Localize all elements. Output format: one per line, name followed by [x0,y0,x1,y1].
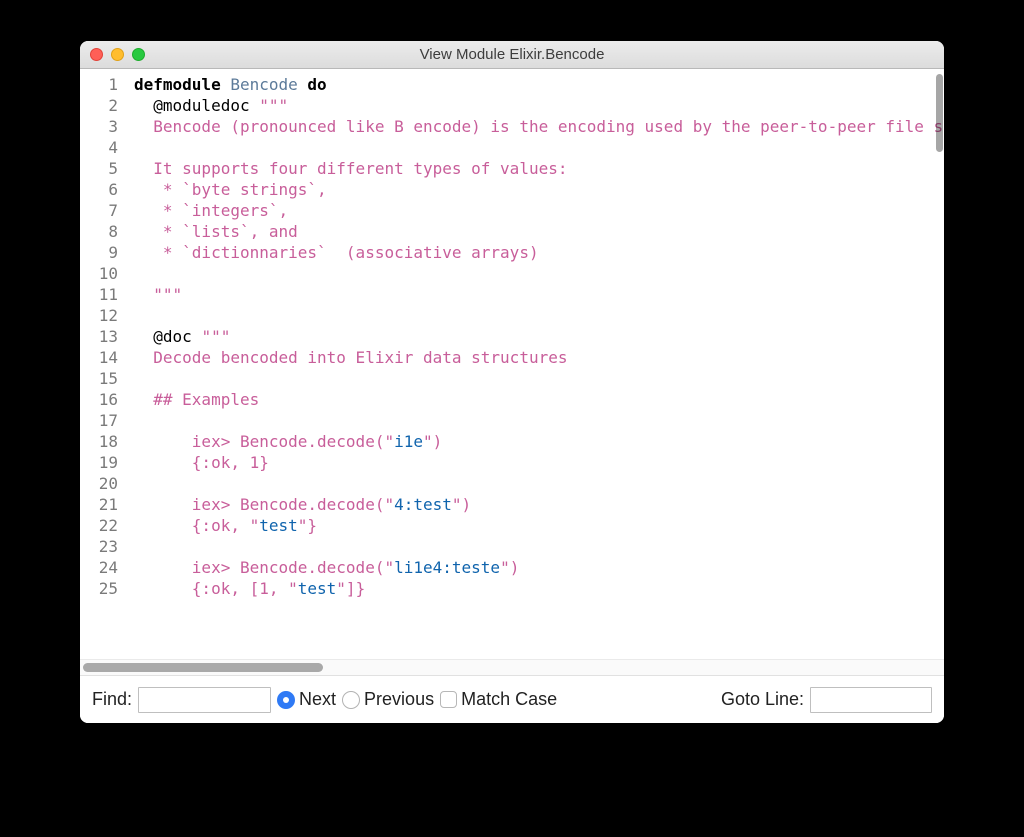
horizontal-scrollbar-track[interactable] [80,659,944,675]
code-line[interactable]: """ [134,284,944,305]
line-number-gutter: 1234567891011121314151617181920212223242… [80,69,128,659]
horizontal-scrollbar[interactable] [83,663,323,672]
code-line[interactable] [134,137,944,158]
goto-line-input[interactable] [810,687,932,713]
code-line[interactable] [134,410,944,431]
line-number: 2 [80,95,118,116]
vertical-scrollbar[interactable] [936,74,943,152]
find-label: Find: [92,689,132,710]
minimize-icon[interactable] [111,48,124,61]
code-line[interactable]: iex> Bencode.decode("li1e4:teste") [134,557,944,578]
code-line[interactable]: @doc """ [134,326,944,347]
traffic-lights [80,48,145,61]
match-case-option[interactable]: Match Case [440,689,557,710]
window: View Module Elixir.Bencode 1234567891011… [80,41,944,723]
find-bar: Find: Next Previous Match Case Goto Line… [80,675,944,723]
line-number: 14 [80,347,118,368]
maximize-icon[interactable] [132,48,145,61]
match-case-checkbox[interactable] [440,691,457,708]
line-number: 15 [80,368,118,389]
code-line[interactable] [134,473,944,494]
line-number: 3 [80,116,118,137]
line-number: 12 [80,305,118,326]
window-title: View Module Elixir.Bencode [80,46,944,63]
code-line[interactable]: * `byte strings`, [134,179,944,200]
code-line[interactable]: * `dictionnaries` (associative arrays) [134,242,944,263]
find-input[interactable] [138,687,271,713]
line-number: 22 [80,515,118,536]
line-number: 21 [80,494,118,515]
code-line[interactable]: iex> Bencode.decode("4:test") [134,494,944,515]
code-line[interactable]: It supports four different types of valu… [134,158,944,179]
next-option[interactable]: Next [277,689,336,710]
code-line[interactable]: {:ok, "test"} [134,515,944,536]
next-radio[interactable] [277,691,295,709]
line-number: 5 [80,158,118,179]
line-number: 20 [80,473,118,494]
close-icon[interactable] [90,48,103,61]
next-label: Next [299,689,336,710]
code-line[interactable]: Decode bencoded into Elixir data structu… [134,347,944,368]
line-number: 23 [80,536,118,557]
code-content[interactable]: defmodule Bencode do @moduledoc """ Benc… [128,69,944,659]
line-number: 10 [80,263,118,284]
line-number: 1 [80,74,118,95]
code-line[interactable] [134,305,944,326]
titlebar[interactable]: View Module Elixir.Bencode [80,41,944,69]
previous-option[interactable]: Previous [342,689,434,710]
line-number: 9 [80,242,118,263]
code-line[interactable]: {:ok, 1} [134,452,944,473]
line-number: 8 [80,221,118,242]
line-number: 24 [80,557,118,578]
code-line[interactable]: * `lists`, and [134,221,944,242]
line-number: 18 [80,431,118,452]
line-number: 11 [80,284,118,305]
line-number: 4 [80,137,118,158]
previous-radio[interactable] [342,691,360,709]
line-number: 25 [80,578,118,599]
line-number: 7 [80,200,118,221]
line-number: 13 [80,326,118,347]
code-line[interactable] [134,263,944,284]
code-line[interactable] [134,536,944,557]
code-line[interactable]: defmodule Bencode do [134,74,944,95]
match-case-label: Match Case [461,689,557,710]
code-line[interactable]: {:ok, [1, "test"]} [134,578,944,599]
code-editor[interactable]: 1234567891011121314151617181920212223242… [80,69,944,659]
line-number: 6 [80,179,118,200]
code-line[interactable]: iex> Bencode.decode("i1e") [134,431,944,452]
code-line[interactable]: * `integers`, [134,200,944,221]
code-line[interactable] [134,368,944,389]
goto-line-label: Goto Line: [721,689,804,710]
line-number: 19 [80,452,118,473]
code-line[interactable]: Bencode (pronounced like B encode) is th… [134,116,944,137]
line-number: 16 [80,389,118,410]
previous-label: Previous [364,689,434,710]
code-line[interactable]: @moduledoc """ [134,95,944,116]
line-number: 17 [80,410,118,431]
code-line[interactable]: ## Examples [134,389,944,410]
